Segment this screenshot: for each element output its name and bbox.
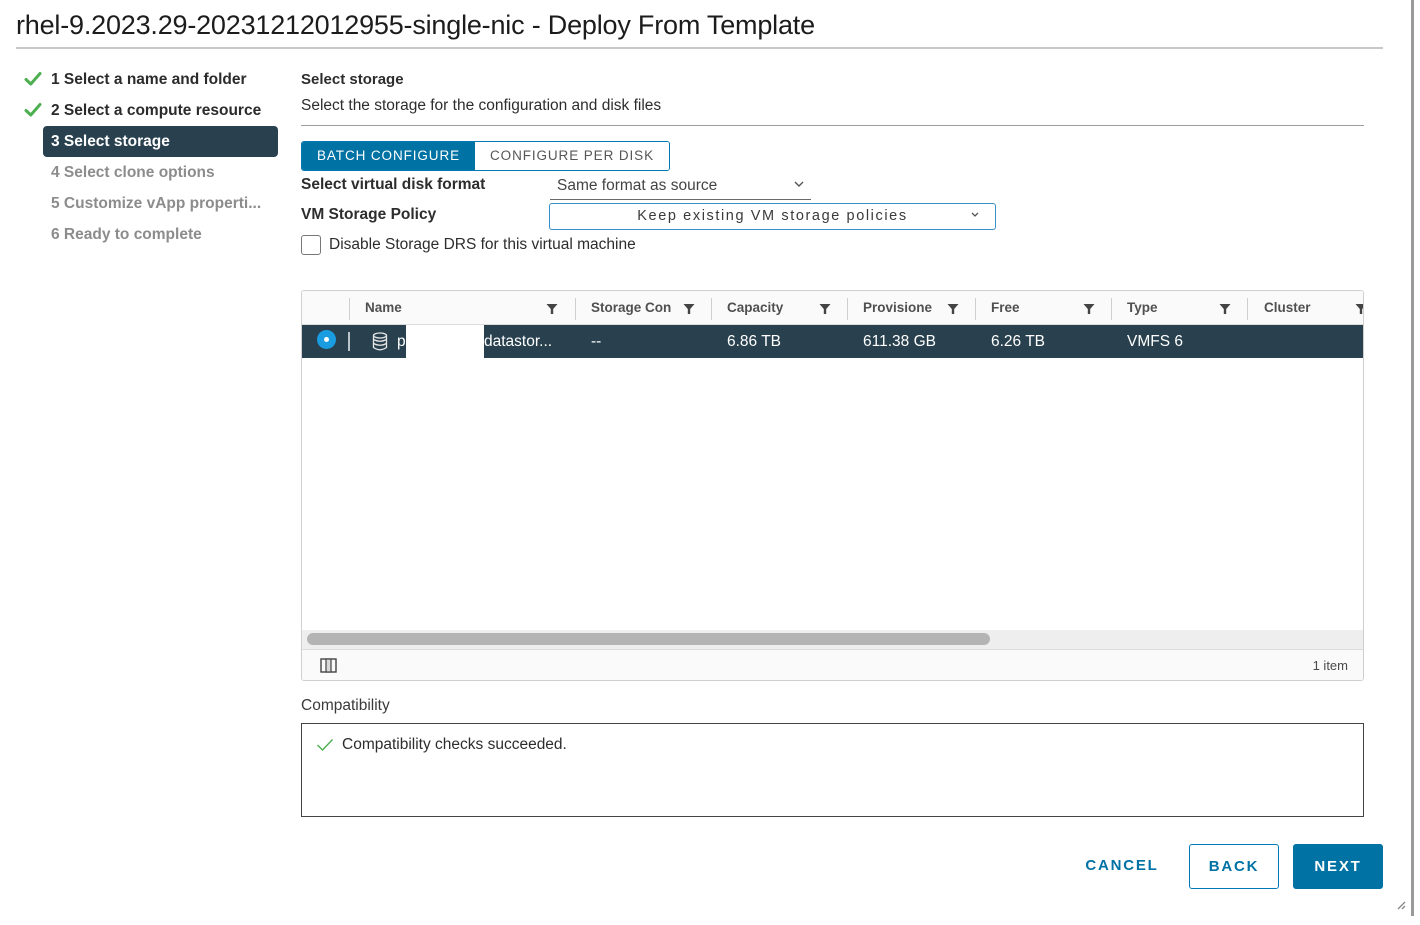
back-button[interactable]: BACK — [1189, 844, 1279, 889]
tab-batch-configure[interactable]: BATCH CONFIGURE — [302, 142, 476, 170]
storage-policy-select[interactable]: Keep existing VM storage policies — [549, 203, 996, 230]
redacted-region — [406, 325, 484, 361]
step-select-storage[interactable]: 3 Select storage — [20, 126, 280, 157]
cell-type: VMFS 6 — [1127, 333, 1183, 350]
disable-drs-row: Disable Storage DRS for this virtual mac… — [301, 235, 636, 255]
cell-free: 6.26 TB — [991, 333, 1046, 350]
step-ready-to-complete: 6 Ready to complete — [20, 219, 280, 250]
next-button[interactable]: NEXT — [1293, 844, 1383, 889]
disable-drs-label[interactable]: Disable Storage DRS for this virtual mac… — [329, 236, 636, 254]
column-separator[interactable] — [1247, 298, 1248, 320]
cell-provisioned: 611.38 GB — [863, 333, 936, 350]
section-title: Select storage — [301, 71, 404, 88]
compatibility-box: Compatibility checks succeeded. — [301, 723, 1364, 817]
step-label: 1 Select a name and folder — [51, 70, 247, 88]
cell-name-prefix: p — [397, 333, 406, 350]
column-header-provisioned[interactable]: Provisione — [863, 291, 937, 325]
column-header-capacity[interactable]: Capacity — [727, 291, 817, 325]
filter-icon[interactable] — [819, 303, 831, 315]
horizontal-scrollbar[interactable] — [302, 630, 1363, 649]
section-divider — [301, 125, 1364, 126]
step-select-compute-resource[interactable]: 2 Select a compute resource — [20, 95, 280, 126]
row-separator — [348, 332, 350, 351]
step-label: 6 Ready to complete — [51, 225, 202, 243]
compatibility-message-text: Compatibility checks succeeded. — [342, 736, 567, 753]
datastore-icon — [372, 332, 388, 351]
chevron-down-icon — [971, 212, 979, 217]
filter-icon[interactable] — [947, 303, 959, 315]
step-customize-vapp-properties: 5 Customize vApp properti... — [20, 188, 280, 219]
item-count: 1 item — [1312, 658, 1348, 673]
step-label: 5 Customize vApp properti... — [51, 194, 262, 212]
column-header-cluster[interactable]: Cluster — [1264, 291, 1354, 325]
step-select-name-folder[interactable]: 1 Select a name and folder — [20, 64, 280, 95]
column-header-free[interactable]: Free — [991, 291, 1081, 325]
cell-capacity: 6.86 TB — [727, 333, 782, 350]
title-divider — [16, 47, 1383, 49]
step-label: 4 Select clone options — [51, 163, 215, 181]
dialog-title: rhel-9.2023.29-20231212012955-single-nic… — [16, 10, 815, 40]
table-row[interactable]: p datastor... -- 6.86 TB 611.38 GB 6.26 … — [302, 325, 1363, 361]
resize-grip-icon[interactable] — [1396, 900, 1406, 910]
step-select-clone-options: 4 Select clone options — [20, 157, 280, 188]
storage-policy-value: Keep existing VM storage policies — [637, 208, 908, 224]
compatibility-label: Compatibility — [301, 697, 390, 714]
wizard-steps: 1 Select a name and folder 2 Select a co… — [20, 64, 280, 250]
row-radio-selected[interactable] — [317, 330, 336, 349]
disk-format-label: Select virtual disk format — [301, 176, 486, 193]
step-label: 3 Select storage — [51, 132, 170, 150]
filter-icon[interactable] — [1355, 303, 1364, 315]
column-separator[interactable] — [575, 298, 576, 320]
grid-footer: 1 item — [302, 649, 1363, 680]
cell-name-suffix: datastor... — [484, 333, 553, 350]
filter-icon[interactable] — [546, 303, 558, 315]
success-check-icon — [317, 739, 334, 752]
compatibility-message: Compatibility checks succeeded. — [316, 736, 567, 754]
column-toggle-icon[interactable] — [320, 658, 337, 673]
section-description: Select the storage for the configuration… — [301, 97, 662, 114]
column-header-type[interactable]: Type — [1127, 291, 1217, 325]
cancel-button[interactable]: CANCEL — [1076, 844, 1168, 889]
column-separator[interactable] — [847, 298, 848, 320]
disable-drs-checkbox[interactable] — [301, 235, 321, 255]
tab-configure-per-disk[interactable]: CONFIGURE PER DISK — [475, 142, 669, 170]
dialog-right-border — [1411, 0, 1414, 916]
column-separator[interactable] — [1111, 298, 1112, 320]
filter-icon[interactable] — [683, 303, 695, 315]
column-header-name[interactable]: Name — [365, 291, 525, 325]
cell-storage-compatibility: -- — [591, 333, 602, 350]
datastore-grid: Name Storage Con Capacity Provisione Fre… — [301, 290, 1364, 681]
configure-mode-toggle: BATCH CONFIGURE CONFIGURE PER DISK — [301, 141, 670, 171]
scrollbar-thumb[interactable] — [307, 633, 990, 645]
disk-format-value: Same format as source — [557, 177, 718, 194]
grid-header: Name Storage Con Capacity Provisione Fre… — [302, 291, 1363, 325]
check-icon — [24, 103, 42, 117]
filter-icon[interactable] — [1083, 303, 1095, 315]
disk-format-select[interactable]: Same format as source — [550, 173, 811, 200]
check-icon — [24, 72, 42, 86]
column-separator[interactable] — [711, 298, 712, 320]
column-header-storage-compatibility[interactable]: Storage Con — [591, 291, 673, 325]
chevron-down-icon — [794, 181, 804, 187]
step-label: 2 Select a compute resource — [51, 101, 262, 119]
filter-icon[interactable] — [1219, 303, 1231, 315]
column-separator[interactable] — [975, 298, 976, 320]
column-separator — [349, 298, 350, 320]
storage-policy-label: VM Storage Policy — [301, 206, 437, 223]
